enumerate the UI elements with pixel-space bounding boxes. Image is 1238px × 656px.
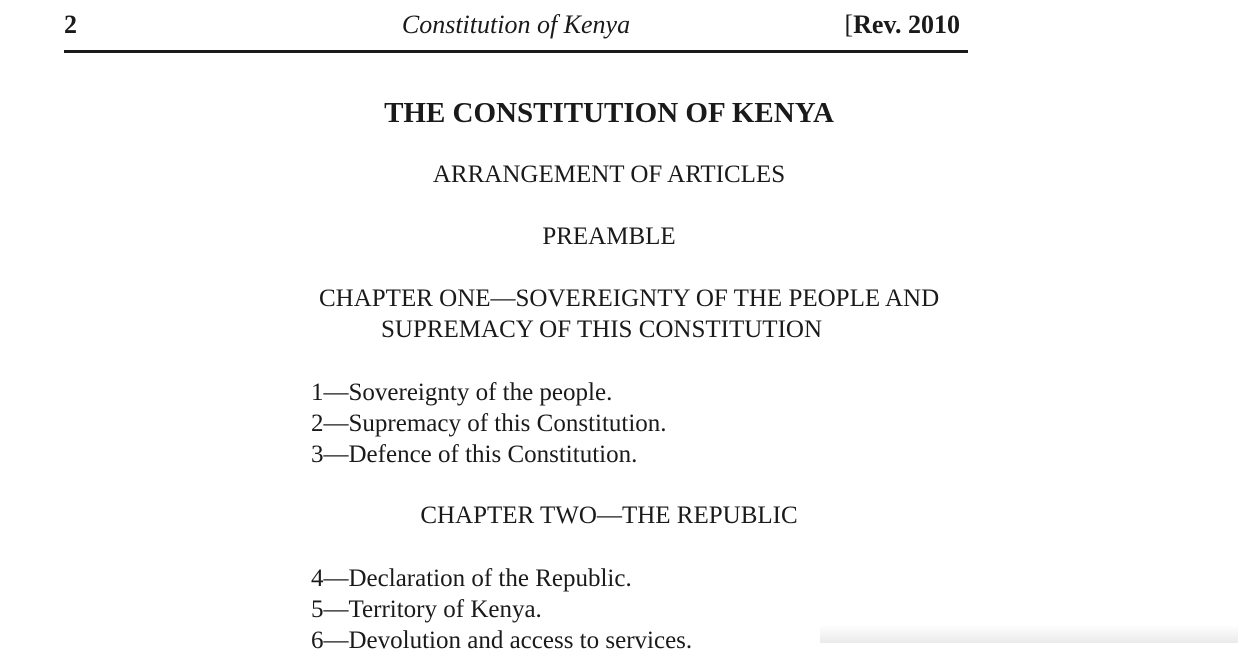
page-edge-shadow (820, 625, 1238, 643)
chapter-one-article-list: 1—Sovereignty of the people. 2—Supremacy… (311, 377, 667, 470)
article-item: 4—Declaration of the Republic. (311, 565, 632, 592)
running-head: 2 Constitution of Kenya [Rev. 2010 (64, 0, 968, 53)
article-item: 6—Devolution and access to services. (311, 627, 693, 654)
preamble-heading: PREAMBLE (542, 223, 676, 250)
running-title: Constitution of Kenya (401, 10, 631, 39)
document-title: THE CONSTITUTION OF KENYA (384, 97, 834, 129)
article-item: 3—Defence of this Constitution. (311, 441, 638, 468)
chapter-one-heading-line1: CHAPTER ONE—SOVEREIGNTY OF THE PEOPLE AN… (319, 285, 940, 312)
chapter-one-heading-line2: SUPREMACY OF THIS CONSTITUTION (381, 316, 823, 343)
arrangement-heading: ARRANGEMENT OF ARTICLES (432, 161, 786, 188)
revision-bracket: [ (844, 10, 854, 39)
article-item: 5—Territory of Kenya. (311, 596, 542, 623)
revision-value: Rev. 2010 (853, 10, 960, 39)
article-item: 1—Sovereignty of the people. (311, 379, 613, 406)
chapter-two-article-list: 4—Declaration of the Republic. 5—Territo… (311, 563, 692, 656)
article-item: 2—Supremacy of this Constitution. (311, 410, 667, 437)
revision-label: [Rev. 2010 (844, 10, 960, 40)
chapter-two-heading: CHAPTER TWO—THE REPUBLIC (420, 502, 798, 529)
